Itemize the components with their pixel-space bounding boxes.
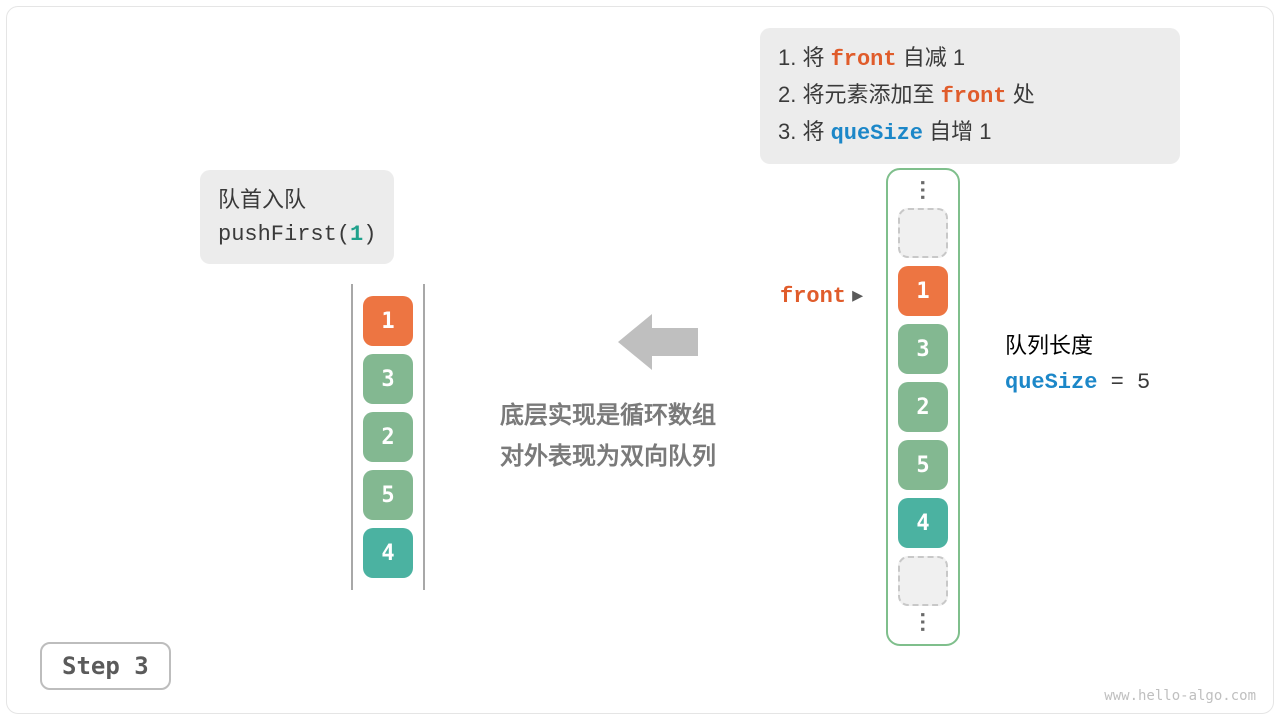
center-caption: 底层实现是循环数组 对外表现为双向队列	[500, 396, 716, 478]
front-keyword: front	[780, 284, 846, 309]
deque-cell: 2	[363, 412, 413, 462]
quesize-keyword: queSize	[1005, 370, 1097, 395]
deque-view: 1 3 2 5 4	[347, 278, 429, 596]
step1-keyword: front	[831, 47, 897, 72]
quesize-value: 5	[1137, 370, 1150, 395]
pushfirst-arg: 1	[350, 222, 363, 247]
arrow-left-icon	[618, 310, 698, 374]
quesize-eq: =	[1097, 370, 1137, 395]
step3-prefix: 3. 将	[778, 119, 831, 144]
deque-cell: 3	[363, 354, 413, 404]
deque-cell: 1	[363, 296, 413, 346]
pushfirst-fn: pushFirst(	[218, 222, 350, 247]
step2-keyword: front	[941, 84, 1007, 109]
front-pointer-label: front ▸	[780, 282, 863, 309]
step2-prefix: 2. 将元素添加至	[778, 82, 941, 107]
circ-empty-cell	[898, 208, 948, 258]
circ-cell: 4	[898, 498, 948, 548]
pushfirst-close: )	[363, 222, 376, 247]
circ-cell: 1	[898, 266, 948, 316]
circ-cell: 3	[898, 324, 948, 374]
step1-suffix: 自减 1	[897, 45, 965, 70]
pushfirst-title: 队首入队	[218, 182, 376, 217]
step2-suffix: 处	[1007, 82, 1035, 107]
watermark: www.hello-algo.com	[1104, 688, 1256, 704]
step3-keyword: queSize	[831, 121, 923, 146]
ellipsis-icon: ⋯	[910, 179, 936, 203]
circ-cell: 5	[898, 440, 948, 490]
circ-cell: 2	[898, 382, 948, 432]
caption-line2: 对外表现为双向队列	[500, 437, 716, 478]
caption-line1: 底层实现是循环数组	[500, 396, 716, 437]
circular-array: ⋯ 1 3 2 5 4 ⋯	[886, 168, 960, 646]
deque-cell: 5	[363, 470, 413, 520]
circ-empty-cell	[898, 556, 948, 606]
queue-length-label: 队列长度	[1005, 328, 1150, 363]
deque-cell: 4	[363, 528, 413, 578]
pointer-icon: ▸	[846, 282, 863, 307]
step3-suffix: 自增 1	[923, 119, 991, 144]
quesize-block: 队列长度 queSize = 5	[1005, 328, 1150, 400]
steps-note: 1. 将 front 自减 1 2. 将元素添加至 front 处 3. 将 q…	[760, 28, 1180, 164]
pushfirst-note: 队首入队 pushFirst(1)	[200, 170, 394, 264]
step1-prefix: 1. 将	[778, 45, 831, 70]
step-badge: Step 3	[40, 642, 171, 690]
ellipsis-icon: ⋯	[910, 611, 936, 635]
